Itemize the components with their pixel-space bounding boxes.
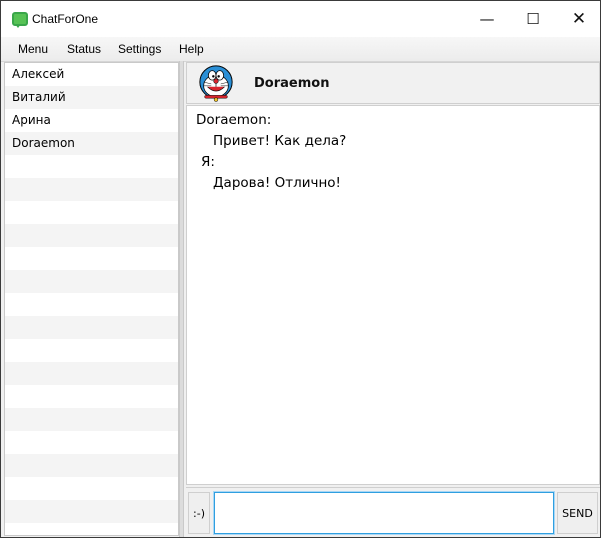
contact-item[interactable]: Арина [5, 109, 178, 132]
contact-item[interactable]: Виталий [5, 86, 178, 109]
message-input[interactable] [214, 492, 554, 534]
emoji-button[interactable]: :-) [188, 492, 210, 534]
contact-item-empty [5, 293, 178, 316]
maximize-button[interactable]: ☐ [510, 1, 556, 37]
title-bar[interactable]: ChatForOne — ☐ ✕ [1, 1, 600, 37]
contact-item-empty [5, 178, 178, 201]
contact-item-empty [5, 224, 178, 247]
contact-item-empty [5, 477, 178, 500]
menu-status[interactable]: Status [67, 42, 101, 56]
contact-item-empty [5, 500, 178, 523]
contact-item-empty [5, 454, 178, 477]
contact-item-empty [5, 408, 178, 431]
contact-item-empty [5, 523, 178, 535]
menu-menu[interactable]: Menu [18, 42, 48, 56]
contact-item-empty [5, 201, 178, 224]
contact-item-empty [5, 339, 178, 362]
input-bar: :-) SEND [186, 487, 600, 537]
split-divider[interactable] [179, 61, 184, 537]
window-title: ChatForOne [32, 12, 99, 26]
chat-app-icon [12, 12, 28, 28]
contact-item-empty [5, 316, 178, 339]
contact-list[interactable]: Алексей Виталий Арина Doraemon [4, 62, 179, 536]
contact-item-empty [5, 155, 178, 178]
send-button[interactable]: SEND [557, 492, 598, 534]
message-sender: Я: [201, 154, 215, 170]
contact-item[interactable]: Алексей [5, 63, 178, 86]
chat-contact-name: Doraemon [254, 76, 330, 91]
minimize-button[interactable]: — [464, 1, 510, 37]
message-text: Привет! Как дела? [213, 133, 347, 149]
contact-item-empty [5, 385, 178, 408]
menu-help[interactable]: Help [179, 42, 204, 56]
message-sender: Doraemon: [196, 112, 272, 128]
message-text: Дарова! Отлично! [213, 175, 341, 191]
message-area[interactable]: Doraemon: Привет! Как дела? Я: Дарова! О… [186, 105, 600, 485]
contact-item-empty [5, 247, 178, 270]
chat-header: Doraemon [186, 62, 600, 104]
contact-item-empty [5, 431, 178, 454]
contact-item[interactable]: Doraemon [5, 132, 178, 155]
close-button[interactable]: ✕ [556, 1, 600, 37]
app-window: ChatForOne — ☐ ✕ Menu Status Settings He… [0, 0, 601, 538]
contact-item-empty [5, 270, 178, 293]
menu-settings[interactable]: Settings [118, 42, 161, 56]
menu-bar: Menu Status Settings Help [1, 37, 600, 62]
contact-item-empty [5, 362, 178, 385]
doraemon-avatar-icon [199, 65, 233, 102]
